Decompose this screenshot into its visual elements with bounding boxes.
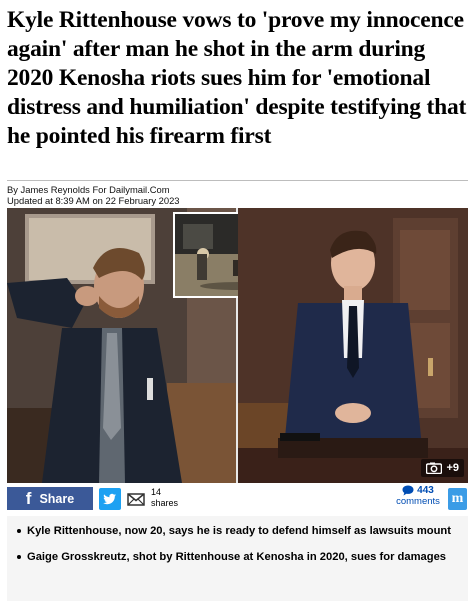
gallery-count: +9	[446, 462, 459, 474]
article-summary: Kyle Rittenhouse, now 20, says he is rea…	[7, 516, 468, 601]
comments-link[interactable]: 443 comments	[393, 485, 443, 507]
envelope-icon	[127, 493, 145, 506]
share-count-label: shares	[151, 498, 179, 508]
byline: By James Reynolds For Dailymail.Com Upda…	[7, 184, 180, 206]
divider	[7, 180, 468, 181]
facebook-share-label: Share	[39, 491, 75, 506]
twitter-bird-icon	[103, 493, 116, 505]
camera-icon	[426, 462, 443, 474]
article-headline: Kyle Rittenhouse vows to 'prove my innoc…	[7, 7, 467, 149]
photo-defendant: +9	[238, 208, 468, 483]
author-line: By James Reynolds For Dailymail.Com	[7, 184, 170, 195]
article-image[interactable]: +9	[7, 208, 468, 483]
share-bar: f Share 14 shares 443 comments m	[7, 485, 468, 511]
summary-bullet: Kyle Rittenhouse, now 20, says he is rea…	[17, 524, 456, 538]
share-count: 14 shares	[151, 487, 178, 509]
twitter-share-button[interactable]	[99, 488, 121, 510]
summary-bullet: Gaige Grosskreutz, shot by Rittenhouse a…	[17, 550, 456, 564]
brand-button[interactable]: m	[448, 488, 467, 510]
comment-label: comments	[396, 496, 440, 507]
brand-letter: m	[451, 491, 464, 506]
comment-count: 443	[417, 485, 434, 496]
gallery-badge[interactable]: +9	[421, 459, 464, 477]
email-share-button[interactable]	[125, 488, 147, 510]
defendant-illustration	[238, 208, 468, 483]
share-count-value: 14	[151, 487, 162, 497]
facebook-icon: f	[25, 489, 32, 508]
facebook-share-button[interactable]: f Share	[7, 487, 93, 510]
updated-timestamp: Updated at 8:39 AM on 22 February 2023	[7, 195, 180, 206]
comment-count-row: 443	[393, 485, 443, 496]
speech-bubble-icon	[402, 485, 414, 496]
